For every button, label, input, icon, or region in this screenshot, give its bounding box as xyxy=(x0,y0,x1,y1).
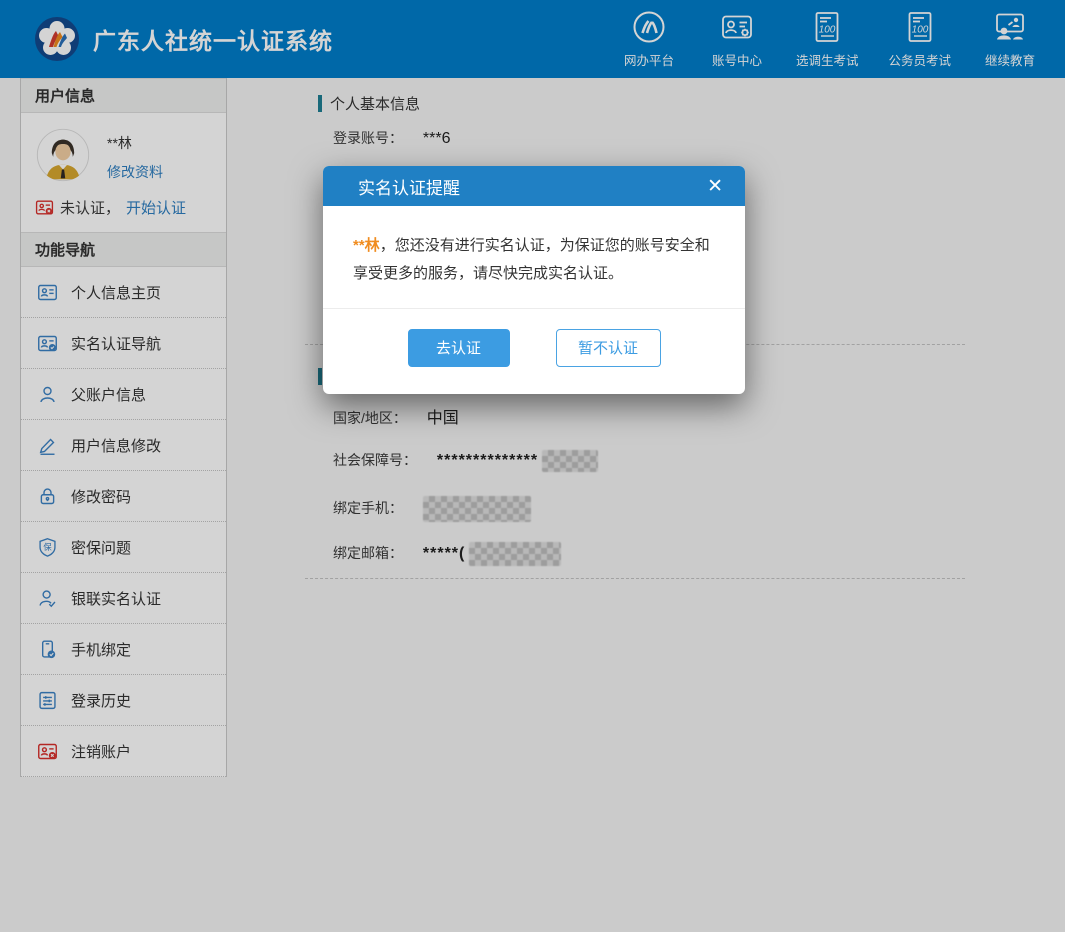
realname-reminder-modal: 实名认证提醒 ✕ **林，您还没有进行实名认证，为保证您的账号安全和享受更多的服… xyxy=(323,166,745,394)
go-verify-button[interactable]: 去认证 xyxy=(408,329,510,367)
modal-footer: 去认证 暂不认证 xyxy=(323,308,745,394)
modal-header: 实名认证提醒 ✕ xyxy=(323,166,745,206)
modal-backdrop xyxy=(0,0,1065,932)
modal-title: 实名认证提醒 xyxy=(358,174,460,199)
not-now-button[interactable]: 暂不认证 xyxy=(556,329,661,367)
modal-user-name: **林 xyxy=(353,237,380,254)
modal-message-text: ，您还没有进行实名认证，为保证您的账号安全和享受更多的服务，请尽快完成实名认证。 xyxy=(353,237,710,282)
close-icon[interactable]: ✕ xyxy=(707,177,723,196)
modal-message: **林，您还没有进行实名认证，为保证您的账号安全和享受更多的服务，请尽快完成实名… xyxy=(323,206,745,308)
